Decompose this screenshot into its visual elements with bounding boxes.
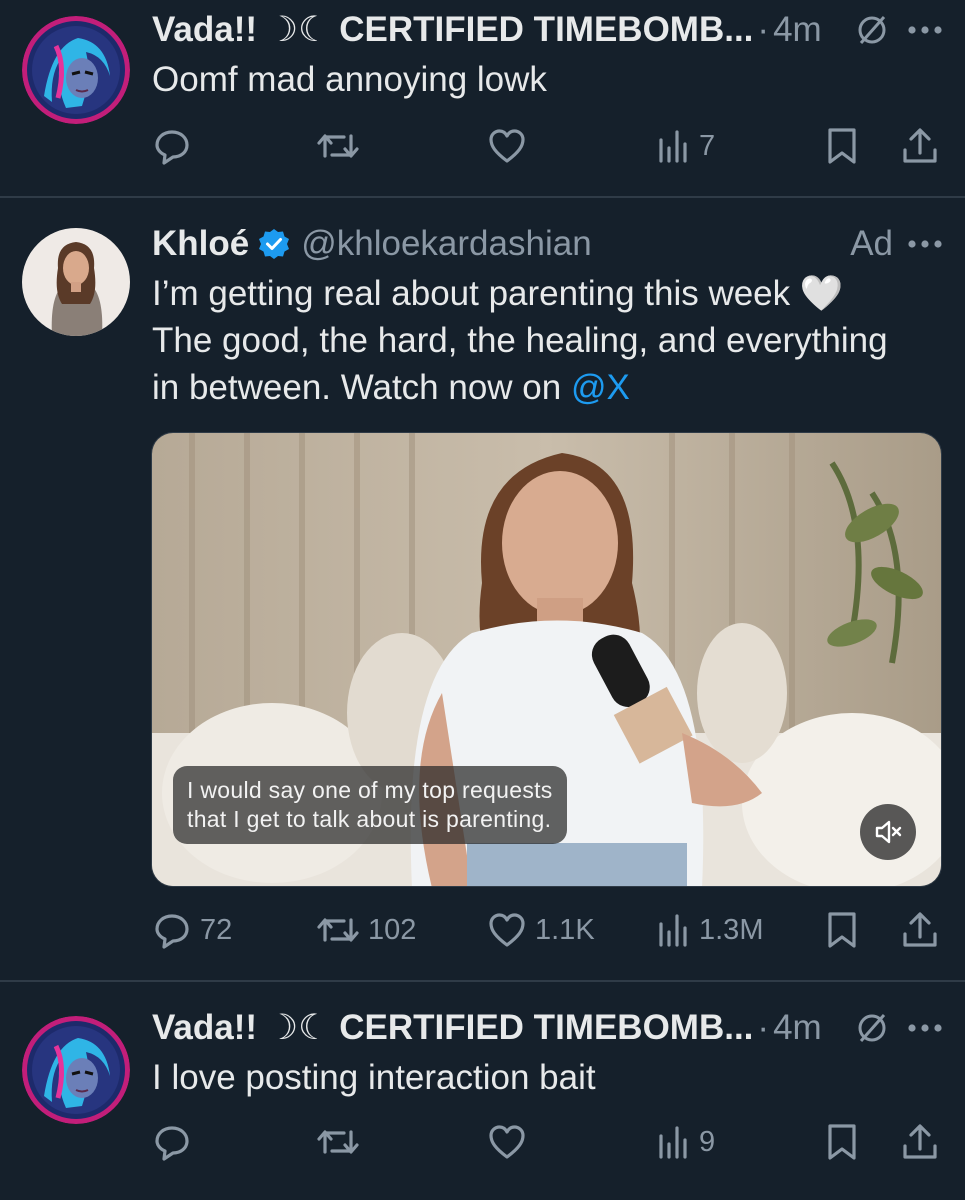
like-button[interactable]: 1.1K — [487, 910, 595, 950]
reply-button[interactable] — [152, 1122, 192, 1162]
author-name[interactable]: Vada!! ☽☾ CERTIFIED TIMEBOMB... — [152, 1008, 753, 1048]
post-header: Vada!! ☽☾ CERTIFIED TIMEBOMB... · 4m — [152, 8, 943, 52]
mention-link[interactable]: @X — [571, 368, 630, 407]
reply-icon — [155, 914, 189, 949]
avatar-image — [22, 1016, 130, 1124]
avatar-image — [22, 228, 130, 336]
ad-label: Ad — [850, 224, 893, 263]
heart-icon — [489, 129, 525, 163]
reply-button[interactable] — [152, 126, 192, 166]
like-button[interactable] — [487, 126, 527, 166]
repost-icon — [317, 134, 359, 158]
repost-button[interactable]: 102 — [316, 910, 416, 950]
video-caption: I would say one of my top requests that … — [173, 766, 567, 844]
reply-icon — [155, 130, 189, 165]
no-notifications-icon[interactable] — [855, 13, 889, 47]
post-2-ad[interactable]: Khloé @khloekardashian Ad I’m getting re… — [0, 198, 965, 982]
author-avatar[interactable] — [22, 228, 130, 336]
bookmark-button[interactable] — [824, 1122, 860, 1162]
post-header: Khloé @khloekardashian Ad — [152, 222, 943, 266]
bookmark-icon — [828, 912, 856, 948]
heart-icon — [489, 1125, 525, 1159]
post-text: I love posting interaction bait — [152, 1058, 596, 1097]
post-3[interactable]: Vada!! ☽☾ CERTIFIED TIMEBOMB... · 4m I l… — [0, 982, 965, 1200]
repost-icon — [317, 1130, 359, 1154]
mute-toggle-button[interactable] — [860, 804, 916, 860]
author-avatar[interactable] — [22, 1016, 130, 1124]
repost-button[interactable] — [316, 1122, 360, 1162]
views-button[interactable]: 7 — [657, 126, 715, 166]
repost-button[interactable] — [316, 126, 360, 166]
post-text: Oomf mad annoying lowk — [152, 60, 547, 99]
reply-icon — [155, 1126, 189, 1161]
views-icon — [659, 1126, 687, 1159]
bookmark-icon — [828, 128, 856, 164]
author-handle[interactable]: @khloekardashian — [301, 224, 591, 264]
no-notifications-icon[interactable] — [855, 1011, 889, 1045]
verified-badge-icon — [257, 227, 291, 261]
post-text-line-1: I’m getting real about parenting this we… — [152, 274, 844, 313]
post-time[interactable]: 4m — [773, 1008, 822, 1048]
bookmark-icon — [828, 1124, 856, 1160]
share-button[interactable] — [900, 1122, 940, 1162]
views-icon — [659, 914, 687, 947]
more-options-icon[interactable] — [907, 239, 943, 249]
caption-line-2: that I get to talk about is parenting. — [187, 806, 552, 832]
share-icon — [903, 912, 937, 947]
more-options-icon[interactable] — [907, 1023, 943, 1033]
heart-icon — [489, 913, 525, 947]
reply-button[interactable]: 72 — [152, 910, 232, 950]
post-1[interactable]: Vada!! ☽☾ CERTIFIED TIMEBOMB... · 4m Oom… — [0, 0, 965, 198]
caption-line-1: I would say one of my top requests — [187, 777, 553, 803]
views-button[interactable]: 9 — [657, 1122, 715, 1162]
views-count: 1.3M — [699, 913, 764, 946]
post-text-line-3: in between. Watch now on @X — [152, 364, 935, 411]
share-icon — [903, 128, 937, 163]
share-icon — [903, 1124, 937, 1159]
views-icon — [659, 130, 687, 163]
more-options-icon[interactable] — [907, 25, 943, 35]
action-bar: 9 — [152, 1122, 942, 1162]
video-player[interactable]: I would say one of my top requests that … — [151, 432, 942, 887]
views-count: 9 — [699, 1125, 716, 1158]
post-text-line-2: The good, the hard, the healing, and eve… — [152, 321, 888, 360]
views-count: 7 — [699, 129, 716, 162]
separator-dot: · — [757, 10, 770, 49]
post-text: I’m getting real about parenting this we… — [152, 270, 935, 411]
post-header: Vada!! ☽☾ CERTIFIED TIMEBOMB... · 4m — [152, 1006, 943, 1050]
author-avatar[interactable] — [22, 16, 130, 124]
volume-muted-icon — [875, 820, 902, 844]
bookmark-button[interactable] — [824, 126, 860, 166]
views-button[interactable]: 1.3M — [657, 910, 763, 950]
like-count: 1.1K — [535, 913, 595, 946]
action-bar: 72 102 1.1K 1.3M — [152, 910, 942, 950]
separator-dot: · — [757, 1008, 770, 1047]
post-text-line-3-text: in between. Watch now on — [152, 368, 571, 407]
share-button[interactable] — [900, 910, 940, 950]
post-time[interactable]: 4m — [773, 10, 822, 50]
bookmark-button[interactable] — [824, 910, 860, 950]
reply-count: 72 — [200, 913, 233, 946]
author-name[interactable]: Vada!! ☽☾ CERTIFIED TIMEBOMB... — [152, 10, 753, 50]
avatar-image — [22, 16, 130, 124]
share-button[interactable] — [900, 126, 940, 166]
author-name[interactable]: Khloé — [152, 224, 249, 264]
repost-icon — [317, 918, 359, 942]
like-button[interactable] — [487, 1122, 527, 1162]
action-bar: 7 — [152, 126, 942, 166]
repost-count: 102 — [368, 913, 417, 946]
